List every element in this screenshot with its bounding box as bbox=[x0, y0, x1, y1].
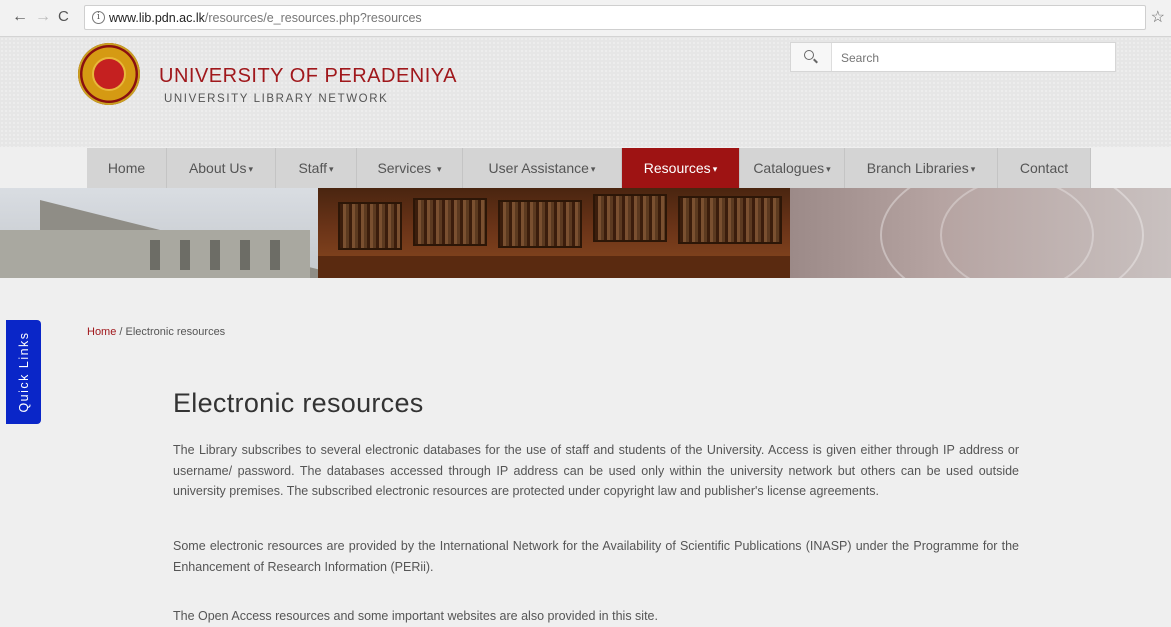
nav-staff[interactable]: Staff ▾ bbox=[276, 148, 357, 188]
bookshelf bbox=[678, 196, 782, 244]
quick-links-tab[interactable]: Quick Links bbox=[6, 320, 41, 424]
url-host: www.lib.pdn.ac.lk bbox=[109, 11, 205, 25]
bookshelf bbox=[593, 194, 667, 242]
header-banner-image bbox=[0, 188, 1171, 278]
search-input[interactable] bbox=[839, 43, 1113, 73]
nav-branch-libraries[interactable]: Branch Libraries ▾ bbox=[845, 148, 998, 188]
building-window bbox=[180, 240, 190, 270]
bookshelf bbox=[498, 200, 582, 248]
back-arrow-icon[interactable]: ← bbox=[12, 9, 28, 25]
open-access-paragraph: The Open Access resources and some impor… bbox=[173, 609, 658, 623]
building-window bbox=[270, 240, 280, 270]
nav-home[interactable]: Home bbox=[87, 148, 167, 188]
bookshelf bbox=[413, 198, 487, 246]
nav-label: About Us bbox=[188, 160, 247, 176]
nav-label: Resources bbox=[643, 160, 711, 176]
breadcrumb-current: Electronic resources bbox=[125, 326, 226, 338]
chevron-down-icon: ▾ bbox=[437, 164, 442, 174]
main-navbar: Home About Us ▾ Staff ▾ Services ▾ User As… bbox=[87, 148, 1091, 188]
nav-user-assistance[interactable]: User Assistance ▾ bbox=[463, 148, 622, 188]
reading-room-photo bbox=[318, 188, 790, 278]
url-path: /resources/e_resources.php?resources bbox=[204, 11, 422, 25]
search-box bbox=[790, 42, 1116, 73]
page-title: Electronic resources bbox=[173, 388, 424, 418]
url-text[interactable]: www.lib.pdn.ac.lk/resources/e_resources.… bbox=[109, 11, 422, 25]
chevron-down-icon: ▾ bbox=[329, 164, 334, 174]
browser-toolbar: ← → C i www.lib.pdn.ac.lk/resources/e_re… bbox=[0, 0, 1171, 37]
university-logo[interactable] bbox=[78, 43, 140, 105]
nav-catalogues[interactable]: Catalogues ▾ bbox=[740, 148, 845, 188]
breadcrumb-separator: / bbox=[119, 326, 123, 338]
building-window bbox=[210, 240, 220, 270]
nav-label: Services bbox=[377, 160, 432, 176]
quick-links-label: Quick Links bbox=[16, 331, 31, 413]
chevron-down-icon: ▾ bbox=[970, 164, 976, 174]
nav-resources[interactable]: Resources ▾ bbox=[622, 148, 740, 188]
chevron-down-icon: ▾ bbox=[712, 164, 718, 174]
dome-arc bbox=[940, 188, 1094, 278]
chevron-down-icon: ▾ bbox=[826, 164, 831, 174]
breadcrumb: Home / Electronic resources bbox=[87, 326, 225, 338]
bookshelf bbox=[338, 202, 402, 250]
address-bar[interactable]: i www.lib.pdn.ac.lk/resources/e_resource… bbox=[84, 5, 1146, 30]
search-icon bbox=[804, 50, 814, 60]
nav-label: Home bbox=[107, 160, 146, 176]
chevron-down-icon: ▾ bbox=[248, 164, 254, 174]
library-network-subtitle: UNIVERSITY LIBRARY NETWORK bbox=[164, 93, 389, 105]
info-icon[interactable]: i bbox=[92, 11, 105, 24]
reload-icon[interactable]: C bbox=[58, 9, 69, 25]
forward-arrow-icon[interactable]: → bbox=[35, 9, 51, 25]
intro-paragraph: The Library subscribes to several electr… bbox=[173, 443, 1019, 498]
university-name[interactable]: UNIVERSITY OF PERADENIYA bbox=[159, 65, 457, 88]
nav-label: Catalogues bbox=[753, 160, 825, 176]
inasp-paragraph: Some electronic resources are provided b… bbox=[173, 539, 1019, 574]
logo-crest bbox=[92, 57, 126, 91]
nav-contact[interactable]: Contact bbox=[998, 148, 1091, 188]
library-building-photo bbox=[0, 188, 320, 278]
dome-detail-photo bbox=[790, 188, 1171, 278]
building-window bbox=[150, 240, 160, 270]
bookmark-star-icon[interactable]: ☆ bbox=[1151, 7, 1165, 27]
nav-about-us[interactable]: About Us ▾ bbox=[167, 148, 276, 188]
nav-label: Staff bbox=[298, 160, 327, 176]
breadcrumb-home-link[interactable]: Home bbox=[87, 326, 116, 338]
nav-label: User Assistance bbox=[488, 160, 589, 176]
nav-label: Branch Libraries bbox=[866, 160, 969, 176]
nav-services[interactable]: Services ▾ bbox=[357, 148, 463, 188]
search-button[interactable] bbox=[791, 43, 832, 71]
chevron-down-icon: ▾ bbox=[590, 164, 596, 174]
building-window bbox=[240, 240, 250, 270]
reading-desk bbox=[318, 256, 790, 278]
nav-label: Contact bbox=[1019, 160, 1069, 176]
